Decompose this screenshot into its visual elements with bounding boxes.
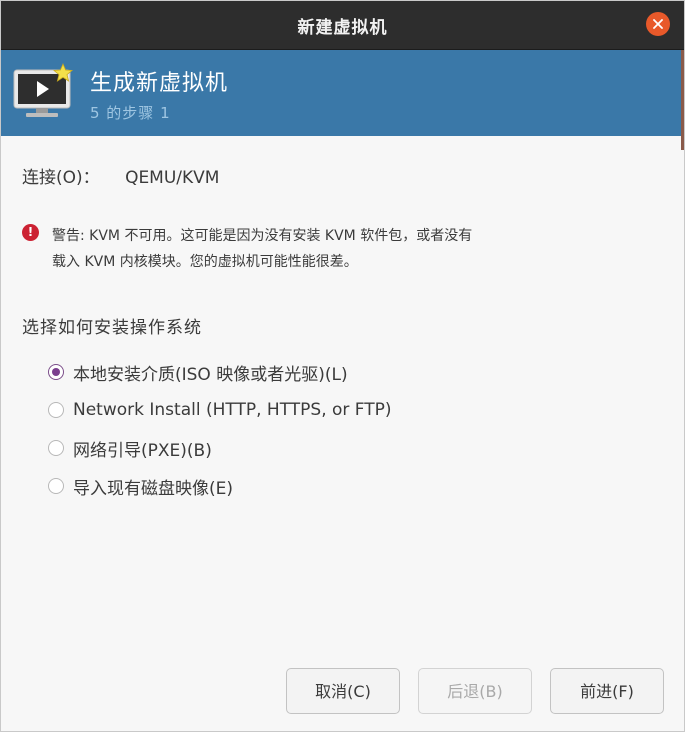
- title-bar[interactable]: 新建虚拟机: [1, 1, 684, 50]
- radio-button[interactable]: [48, 402, 64, 418]
- new-vm-dialog: 新建虚拟机 生成新虚拟机 5 的步骤 1 连接(O)： QEMU/KVM ! 警…: [0, 0, 685, 732]
- radio-network-install[interactable]: Network Install (HTTP, HTTPS, or FTP): [48, 391, 392, 429]
- forward-button[interactable]: 前进(F): [550, 668, 664, 714]
- radio-button[interactable]: [48, 440, 64, 456]
- close-button[interactable]: [646, 12, 670, 36]
- back-button[interactable]: 后退(B): [418, 668, 532, 714]
- warning-line-2: 载入 KVM 内核模块。您的虚拟机可能性能很差。: [52, 254, 358, 270]
- install-method-title: 选择如何安装操作系统: [22, 318, 202, 338]
- connection-value: QEMU/KVM: [125, 168, 220, 188]
- radio-local-media[interactable]: 本地安装介质(ISO 映像或者光驱)(L): [48, 353, 392, 391]
- window-edge: [681, 50, 684, 150]
- warning-text: 警告: KVM 不可用。这可能是因为没有安装 KVM 软件包，或者没有 载入 K…: [52, 223, 582, 275]
- error-icon: !: [22, 224, 39, 241]
- connection-label: 连接(O)：: [22, 168, 100, 188]
- warning-line-1: 警告: KVM 不可用。这可能是因为没有安装 KVM 软件包，或者没有: [52, 228, 473, 244]
- radio-import-disk[interactable]: 导入现有磁盘映像(E): [48, 467, 392, 505]
- radio-pxe-boot[interactable]: 网络引导(PXE)(B): [48, 429, 392, 467]
- install-method-options: 本地安装介质(ISO 映像或者光驱)(L) Network Install (H…: [48, 353, 392, 505]
- radio-button[interactable]: [48, 478, 64, 494]
- cancel-button[interactable]: 取消(C): [286, 668, 400, 714]
- radio-button-selected[interactable]: [48, 364, 64, 380]
- radio-label[interactable]: 网络引导(PXE)(B): [73, 436, 212, 461]
- radio-label[interactable]: Network Install (HTTP, HTTPS, or FTP): [73, 400, 392, 420]
- window-title: 新建虚拟机: [297, 18, 388, 38]
- close-icon: [653, 19, 663, 29]
- wizard-title: 生成新虚拟机: [90, 71, 229, 96]
- new-vm-monitor-icon: [13, 62, 74, 117]
- connection-row: 连接(O)： QEMU/KVM: [22, 163, 219, 188]
- kvm-warning: ! 警告: KVM 不可用。这可能是因为没有安装 KVM 软件包，或者没有 载入…: [22, 223, 582, 275]
- wizard-header: 生成新虚拟机 5 的步骤 1: [1, 50, 684, 136]
- wizard-step: 5 的步骤 1: [90, 104, 171, 122]
- radio-label[interactable]: 本地安装介质(ISO 映像或者光驱)(L): [73, 360, 348, 385]
- radio-label[interactable]: 导入现有磁盘映像(E): [73, 474, 233, 499]
